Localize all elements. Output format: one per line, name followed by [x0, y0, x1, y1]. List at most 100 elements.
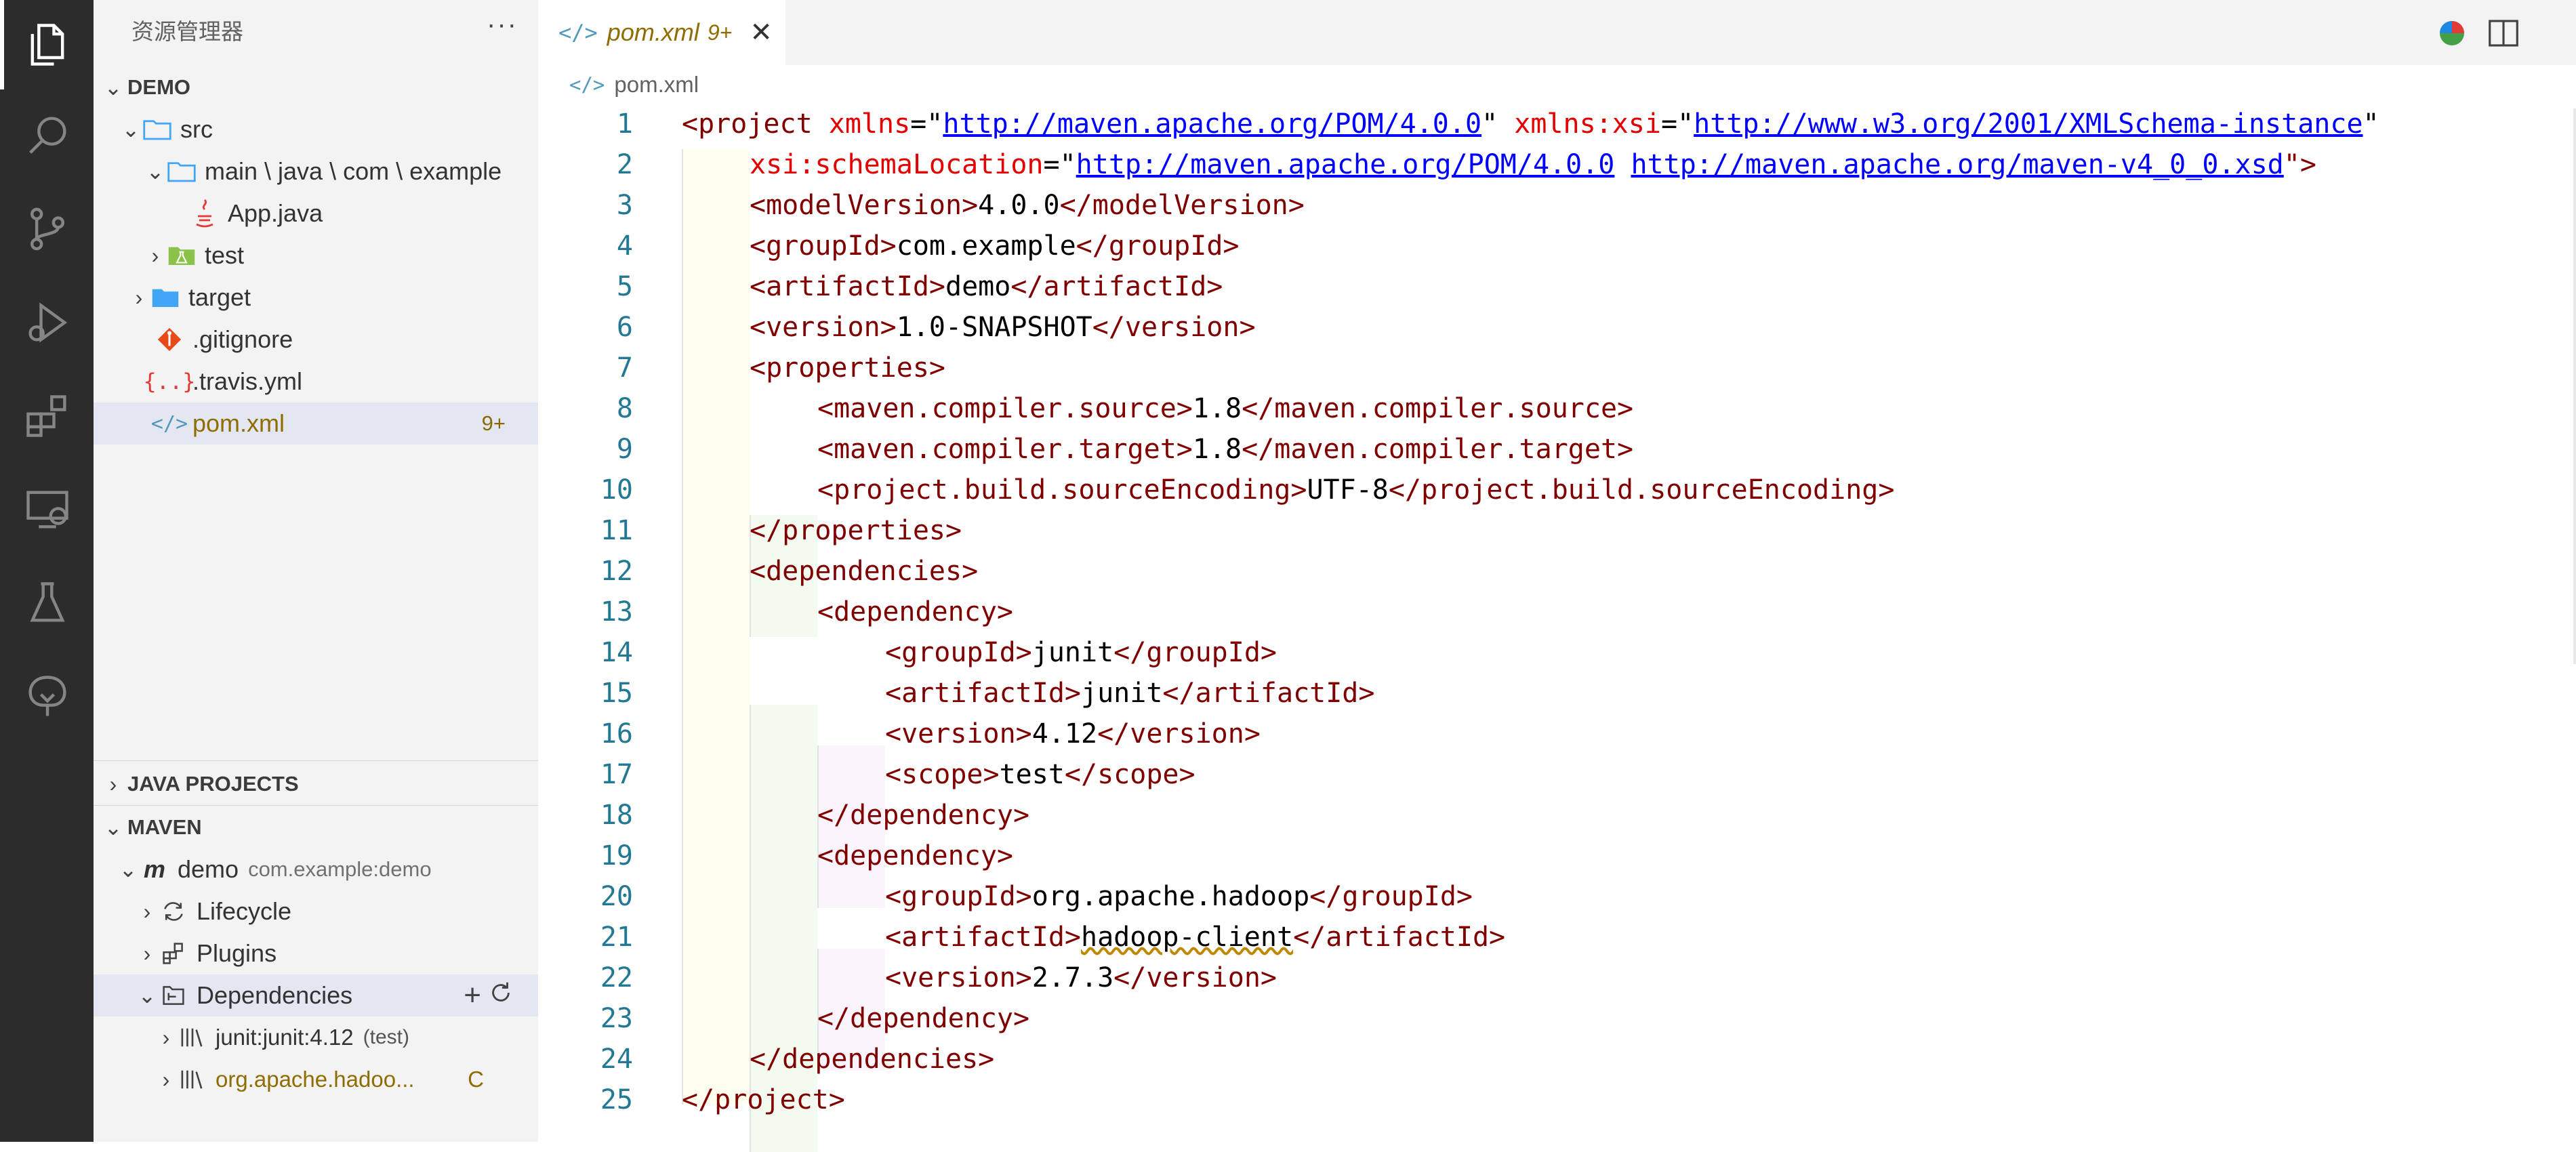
- code-line[interactable]: <project.build.sourceEncoding>UTF-8</pro…: [817, 474, 1894, 506]
- split-editor-icon[interactable]: [2485, 15, 2522, 52]
- line-number: 15: [600, 678, 633, 709]
- chevron-right-icon: ›: [162, 1067, 170, 1092]
- attr-url[interactable]: http://maven.apache.org/maven-v4_0_0.xsd: [1631, 149, 2283, 180]
- line-number: 2: [616, 149, 633, 180]
- tree-item-src[interactable]: ⌄ src: [94, 108, 538, 150]
- tree-item-target[interactable]: › target: [94, 276, 538, 318]
- source-control-icon[interactable]: [15, 197, 80, 262]
- explorer-icon[interactable]: [15, 12, 80, 77]
- tag: </project.build.sourceEncoding>: [1388, 474, 1895, 506]
- text: junit: [1031, 637, 1114, 668]
- line-number: 3: [616, 190, 633, 221]
- maven-project-demo[interactable]: ⌄ m demo com.example:demo: [94, 848, 538, 890]
- code-line[interactable]: <modelVersion>4.0.0</modelVersion>: [750, 190, 1305, 221]
- code-line[interactable]: <dependencies>: [750, 556, 978, 587]
- chevron-down-icon: ⌄: [146, 159, 165, 184]
- tree-item-travis-yml[interactable]: {..} .travis.yml: [94, 361, 538, 403]
- code-line[interactable]: <dependency>: [817, 596, 1013, 628]
- tree-item-app-java[interactable]: App.java: [94, 192, 538, 234]
- text: 1.0-SNAPSHOT: [896, 312, 1092, 343]
- tag: </dependencies>: [750, 1044, 995, 1075]
- spring-boot-icon[interactable]: [15, 664, 80, 729]
- tab-pom-xml[interactable]: </> pom.xml 9+ ✕: [538, 0, 785, 65]
- tag: </scope>: [1064, 759, 1195, 790]
- tag: <artifactId>: [750, 271, 945, 302]
- line-number: 4: [616, 230, 633, 262]
- code-line[interactable]: <groupId>org.apache.hadoop</groupId>: [885, 881, 1473, 912]
- code-line[interactable]: xsi:schemaLocation="http://maven.apache.…: [750, 149, 2316, 180]
- tag: <maven.compiler.target>: [817, 434, 1193, 465]
- tab-label: pom.xml: [607, 18, 699, 46]
- source-control-graph-icon[interactable]: [2434, 15, 2470, 52]
- tab-problems-badge: 9+: [707, 20, 733, 45]
- more-actions-icon[interactable]: ···: [487, 9, 518, 40]
- line-number: 17: [600, 759, 633, 790]
- code-line[interactable]: <scope>test</scope>: [885, 759, 1195, 790]
- code-line[interactable]: <groupId>junit</groupId>: [885, 637, 1277, 668]
- indent-band: [682, 149, 750, 1105]
- code-line[interactable]: <artifactId>junit</artifactId>: [885, 678, 1374, 709]
- maven-item-lifecycle[interactable]: › Lifecycle: [94, 890, 538, 932]
- line-number: 19: [600, 840, 633, 871]
- line-number: 9: [616, 434, 633, 465]
- maven-item-plugins[interactable]: › Plugins: [94, 932, 538, 974]
- testing-icon[interactable]: [15, 571, 80, 636]
- tree-item-gitignore[interactable]: .gitignore: [94, 318, 538, 361]
- folder-open-icon: [141, 115, 173, 144]
- code-line[interactable]: <properties>: [750, 352, 945, 384]
- code-line[interactable]: <version>4.12</version>: [885, 718, 1261, 749]
- maven-item-dependencies[interactable]: ⌄ Dependencies +: [94, 974, 538, 1016]
- yaml-file-icon: {..}: [143, 369, 196, 394]
- code-editor[interactable]: 1 2 3 4 5 6 7 8 9 10 11 12 13 14 15 16 1…: [538, 108, 2576, 1152]
- code-line[interactable]: </dependencies>: [750, 1044, 994, 1075]
- code-line[interactable]: <artifactId>hadoop-client</artifactId>: [885, 922, 1505, 953]
- code-line[interactable]: <groupId>com.example</groupId>: [750, 230, 1239, 262]
- code-line[interactable]: </dependency>: [817, 800, 1029, 831]
- code-line[interactable]: <maven.compiler.source>1.8</maven.compil…: [817, 393, 1633, 424]
- editor-scrollbar[interactable]: [2573, 108, 2576, 664]
- add-icon[interactable]: +: [464, 979, 481, 1012]
- maven-dependency-junit[interactable]: › junit:junit:4.12 (test): [94, 1016, 538, 1058]
- warning-text[interactable]: hadoop-client: [1081, 922, 1293, 953]
- tree-item-label: Plugins: [197, 939, 277, 967]
- dependencies-icon: [157, 981, 190, 1010]
- code-line[interactable]: </properties>: [750, 515, 962, 546]
- refresh-icon[interactable]: [488, 980, 514, 1012]
- code-line[interactable]: <version>2.7.3</version>: [885, 962, 1277, 993]
- code-line[interactable]: <project xmlns="http://maven.apache.org/…: [682, 108, 2379, 140]
- code-line[interactable]: <artifactId>demo</artifactId>: [750, 271, 1223, 302]
- maven-section-header[interactable]: ⌄ MAVEN: [94, 806, 538, 848]
- code-line[interactable]: <dependency>: [817, 840, 1013, 871]
- java-projects-section-header[interactable]: › JAVA PROJECTS: [94, 763, 538, 805]
- search-icon[interactable]: [15, 103, 80, 168]
- xml-file-icon: </>: [569, 73, 605, 96]
- code-line[interactable]: </dependency>: [817, 1003, 1029, 1034]
- changed-badge: C: [468, 1067, 484, 1092]
- plugins-icon: [157, 939, 190, 968]
- indent-guide: [682, 149, 683, 1105]
- code-line[interactable]: <maven.compiler.target>1.8</maven.compil…: [817, 434, 1633, 465]
- sidebar: 资源管理器 ··· ⌄ DEMO ⌄ src ⌄ main \ java \ c…: [94, 0, 538, 1142]
- extensions-icon[interactable]: [15, 384, 80, 449]
- code-line[interactable]: </project>: [682, 1084, 845, 1115]
- breadcrumb[interactable]: </> pom.xml: [569, 72, 699, 98]
- tree-item-pom-xml[interactable]: </> pom.xml 9+: [94, 403, 538, 445]
- tree-item-test[interactable]: › test: [94, 234, 538, 276]
- attr-url[interactable]: http://maven.apache.org/POM/4.0.0: [943, 108, 1481, 140]
- chevron-right-icon: ›: [109, 771, 117, 796]
- explorer-section-header[interactable]: ⌄ DEMO: [94, 66, 538, 108]
- close-icon[interactable]: ✕: [750, 17, 773, 48]
- code-line[interactable]: <version>1.0-SNAPSHOT</version>: [750, 312, 1256, 343]
- attr-url[interactable]: http://www.w3.org/2001/XMLSchema-instanc…: [1694, 108, 2363, 140]
- problems-badge: 9+: [481, 411, 506, 435]
- remote-explorer-icon[interactable]: [15, 477, 80, 542]
- maven-dependency-hadoop[interactable]: › org.apache.hadoo... C: [94, 1058, 538, 1100]
- tag: <modelVersion>: [750, 190, 979, 221]
- chevron-down-icon: ⌄: [121, 117, 140, 142]
- breadcrumb-item[interactable]: pom.xml: [614, 72, 699, 98]
- attr-url[interactable]: http://maven.apache.org/POM/4.0.0: [1076, 149, 1615, 180]
- tree-item-main-package[interactable]: ⌄ main \ java \ com \ example: [94, 150, 538, 192]
- tag: <groupId>: [885, 637, 1032, 668]
- text: 4.0.0: [978, 190, 1060, 221]
- run-debug-icon[interactable]: [15, 290, 80, 355]
